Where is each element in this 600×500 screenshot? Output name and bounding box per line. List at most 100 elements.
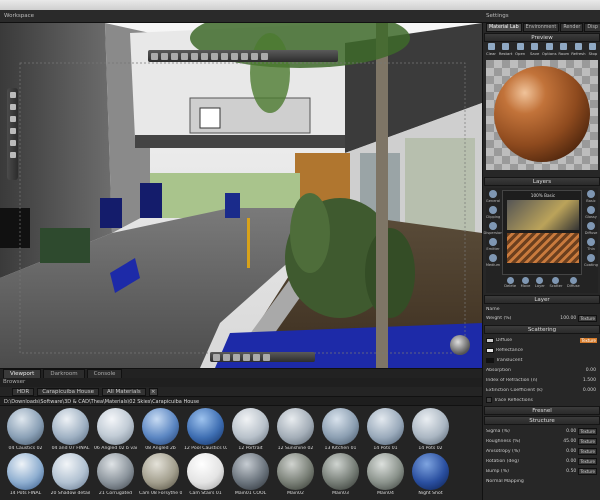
sun-icon[interactable] (251, 52, 258, 60)
display-mode-icon[interactable] (201, 52, 208, 60)
layer-bottom-icon[interactable] (569, 276, 577, 284)
scale-icon[interactable] (241, 52, 248, 60)
tab-environment[interactable]: Environment (522, 23, 560, 32)
region-icon[interactable] (253, 353, 260, 361)
scattering-header[interactable]: Scattering (484, 325, 600, 334)
camera-icon[interactable] (171, 52, 178, 60)
material-thumbnail[interactable]: 12 Pool Caustics 02 (184, 407, 227, 451)
material-thumbnail[interactable]: Main04 (364, 452, 407, 496)
layer-button-icon[interactable] (587, 206, 595, 214)
layer-button-icon[interactable] (587, 254, 595, 262)
preview-header[interactable]: Preview (484, 33, 600, 42)
close-tab-icon[interactable]: × (148, 387, 158, 396)
selection-icon[interactable] (211, 52, 218, 60)
settings-icon[interactable] (261, 52, 268, 60)
layer-bottom-icon[interactable] (536, 276, 544, 284)
property-value[interactable]: 1.500 (578, 378, 596, 383)
material-thumbnail[interactable]: 14 Pots FINAL (4, 452, 47, 496)
material-thumbnail[interactable]: Night Shot (409, 452, 452, 496)
grid-icon[interactable] (191, 52, 198, 60)
preview-tool-button[interactable]: Save (529, 43, 541, 59)
property-value[interactable]: 0.000 (578, 388, 596, 393)
material-thumbnail[interactable]: Main02 (274, 452, 317, 496)
save-image-icon[interactable] (263, 353, 270, 361)
trace-reflections-checkbox[interactable] (486, 397, 492, 403)
material-thumbnail[interactable]: 12 Portrait (229, 407, 272, 451)
material-thumbnail[interactable]: 13 Kitchen 01 (319, 407, 362, 451)
layer-button-icon[interactable] (587, 190, 595, 198)
color-swatch[interactable] (486, 357, 494, 363)
layer-button-icon[interactable] (489, 254, 497, 262)
layer-bsdf-swatch[interactable] (507, 200, 579, 230)
snapshot-icon[interactable] (243, 353, 250, 361)
material-thumbnail[interactable]: 06 Angled 02 b vari (94, 407, 137, 451)
material-thumbnail[interactable]: 04 and 07 FINAL (49, 407, 92, 451)
property-value[interactable]: 0.00 (558, 449, 576, 454)
texture-button[interactable]: Texture (578, 467, 597, 475)
weight-value[interactable]: 100.00 (558, 316, 576, 321)
preview-tool-button[interactable]: Open (514, 43, 526, 59)
preview-tool-button[interactable]: Restart (499, 43, 512, 59)
preview-tool-button[interactable]: Options (542, 43, 557, 59)
layer-bottom-button[interactable]: Delete (504, 276, 516, 288)
fov-icon[interactable] (9, 128, 16, 134)
navigation-ball-icon[interactable] (450, 335, 470, 355)
lock-icon[interactable] (181, 52, 188, 60)
orbit-icon[interactable] (9, 104, 16, 110)
layer-button-icon[interactable] (587, 222, 595, 230)
preview-tool-button[interactable]: Clear (485, 43, 497, 59)
layer-bottom-icon[interactable] (552, 276, 560, 284)
tab-darkroom[interactable]: Darkroom (43, 369, 85, 378)
material-thumbnail[interactable]: 14 Pots 02 (409, 407, 452, 451)
layer-button-icon[interactable] (489, 238, 497, 246)
production-render-icon[interactable] (161, 52, 168, 60)
layer-bottom-button[interactable]: Diffuse (567, 276, 580, 288)
pan-icon[interactable] (9, 92, 16, 98)
preview-tool-button[interactable]: Refresh (571, 43, 586, 59)
texture-button[interactable]: Texture (578, 437, 597, 445)
layer-bottom-button[interactable]: Move (521, 276, 530, 288)
material-thumbnail[interactable]: 08 Angled 2b (139, 407, 182, 451)
property-value[interactable]: 0.00 (558, 429, 576, 434)
preview-tool-button[interactable]: Stop (587, 43, 599, 59)
layer-bottom-button[interactable]: Layer (535, 276, 545, 288)
layer-stack[interactable]: 100% Basic (502, 190, 582, 275)
layer-bottom-button[interactable]: Scatter (550, 276, 562, 288)
pause-icon[interactable] (223, 353, 230, 361)
property-value[interactable]: 0.00 (578, 368, 596, 373)
layers-header[interactable]: Layers (484, 177, 600, 186)
texture-button[interactable]: Texture (578, 457, 597, 465)
browser-tab-carapicuiba[interactable]: Carapicuiba House (37, 387, 99, 396)
browser-path[interactable]: D:\Downloads\Software\3D & CAD\Thea\Mate… (0, 396, 482, 406)
fresnel-header[interactable]: Fresnel (484, 406, 600, 415)
color-swatch[interactable] (486, 347, 494, 353)
material-thumbnail[interactable]: 14 Pots 01 (364, 407, 407, 451)
layer-button-icon[interactable] (489, 222, 497, 230)
texture-button[interactable]: Texture (578, 427, 597, 435)
layer-header[interactable]: Layer (484, 295, 600, 304)
layer-button-icon[interactable] (489, 190, 497, 198)
layer-bottom-icon[interactable] (521, 276, 529, 284)
interactive-render-icon[interactable] (151, 52, 158, 60)
material-thumbnail[interactable]: 04 Caustics 02 (4, 407, 47, 451)
rotate-icon[interactable] (231, 52, 238, 60)
tab-console[interactable]: Console (86, 369, 123, 378)
layer-bottom-icon[interactable] (506, 276, 514, 284)
layer-button-icon[interactable] (489, 206, 497, 214)
tab-material-lab[interactable]: Material Lab (486, 23, 522, 32)
move-icon[interactable] (221, 52, 228, 60)
zoom-icon[interactable] (9, 116, 16, 122)
layer-texture-swatch[interactable] (507, 233, 579, 263)
layer-button-icon[interactable] (587, 238, 595, 246)
stop-icon[interactable] (233, 353, 240, 361)
weight-texture-button[interactable]: Texture (578, 314, 597, 322)
play-icon[interactable] (213, 353, 220, 361)
tab-render[interactable]: Render (560, 23, 584, 32)
material-thumbnail[interactable]: 12 Sunshine 02 (274, 407, 317, 451)
material-thumbnail[interactable]: 21 Corrugated (94, 452, 137, 496)
render-viewport[interactable] (0, 23, 482, 368)
texture-button[interactable]: Texture (578, 447, 597, 455)
color-swatch[interactable] (486, 337, 494, 343)
frame-icon[interactable] (9, 140, 16, 146)
property-value[interactable]: 0.00 (558, 459, 576, 464)
